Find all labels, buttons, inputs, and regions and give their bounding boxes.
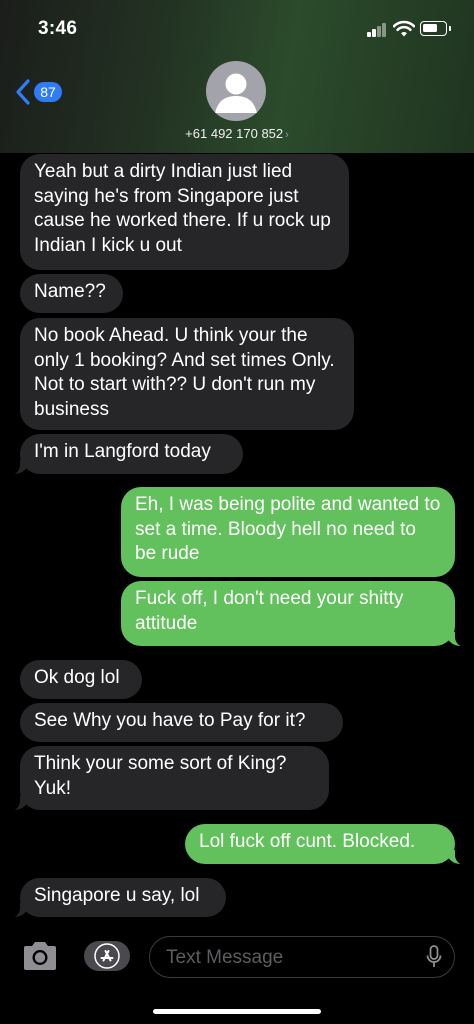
contact-number: +61 492 170 852 xyxy=(185,126,284,141)
contact-avatar-icon[interactable] xyxy=(206,61,266,121)
contact-name[interactable]: +61 492 170 852 › xyxy=(0,126,474,141)
incoming-message[interactable]: Yeah but a dirty Indian just lied saying… xyxy=(20,154,349,270)
message-input[interactable]: Text Message xyxy=(149,936,455,978)
incoming-message[interactable]: See Why you have to Pay for it? xyxy=(20,703,343,742)
incoming-message[interactable]: No book Ahead. U think your the only 1 b… xyxy=(20,318,354,430)
message-text: See Why you have to Pay for it? xyxy=(34,710,306,731)
message-text: No book Ahead. U think your the only 1 b… xyxy=(34,325,335,420)
incoming-message[interactable]: Name?? xyxy=(20,274,123,313)
message-text: Singapore u say, lol xyxy=(34,885,200,906)
back-chevron-icon xyxy=(16,79,30,105)
message-text: Fuck off, I don't need your shitty attit… xyxy=(135,588,404,634)
message-text: I'm in Langford today xyxy=(34,441,211,462)
message-text: Name?? xyxy=(34,281,106,302)
battery-icon xyxy=(420,21,451,36)
unread-count-badge: 87 xyxy=(34,82,62,102)
incoming-message[interactable]: Think your some sort of King? Yuk! xyxy=(10,746,329,811)
outgoing-message[interactable]: Fuck off, I don't need your shitty attit… xyxy=(121,581,465,647)
message-input-placeholder: Text Message xyxy=(166,947,284,968)
outgoing-message[interactable]: Lol fuck off cunt. Blocked. xyxy=(185,824,465,865)
camera-icon[interactable] xyxy=(21,940,59,972)
wifi-icon xyxy=(393,20,415,37)
message-text: Lol fuck off cunt. Blocked. xyxy=(199,831,416,852)
app-store-icon xyxy=(94,943,120,969)
message-text: Think your some sort of King? Yuk! xyxy=(34,753,287,799)
incoming-message[interactable]: I'm in Langford today xyxy=(10,434,243,475)
conversation-header: 3:46 87 +61 492 170 852 › xyxy=(0,0,474,153)
message-text: Ok dog lol xyxy=(34,667,120,688)
incoming-message[interactable]: Ok dog lol xyxy=(20,660,142,699)
signal-icon xyxy=(367,23,387,37)
incoming-message[interactable]: Singapore u say, lol xyxy=(10,878,226,918)
microphone-icon[interactable] xyxy=(426,945,442,969)
back-button[interactable]: 87 xyxy=(16,76,62,108)
contact-chevron-icon: › xyxy=(285,129,289,141)
home-indicator[interactable] xyxy=(153,1009,321,1014)
app-store-button[interactable] xyxy=(84,941,130,971)
message-text: Yeah but a dirty Indian just lied saying… xyxy=(34,161,331,256)
message-text: Eh, I was being polite and wanted to set… xyxy=(135,494,441,564)
status-time: 3:46 xyxy=(38,18,78,39)
outgoing-message[interactable]: Eh, I was being polite and wanted to set… xyxy=(121,487,455,577)
